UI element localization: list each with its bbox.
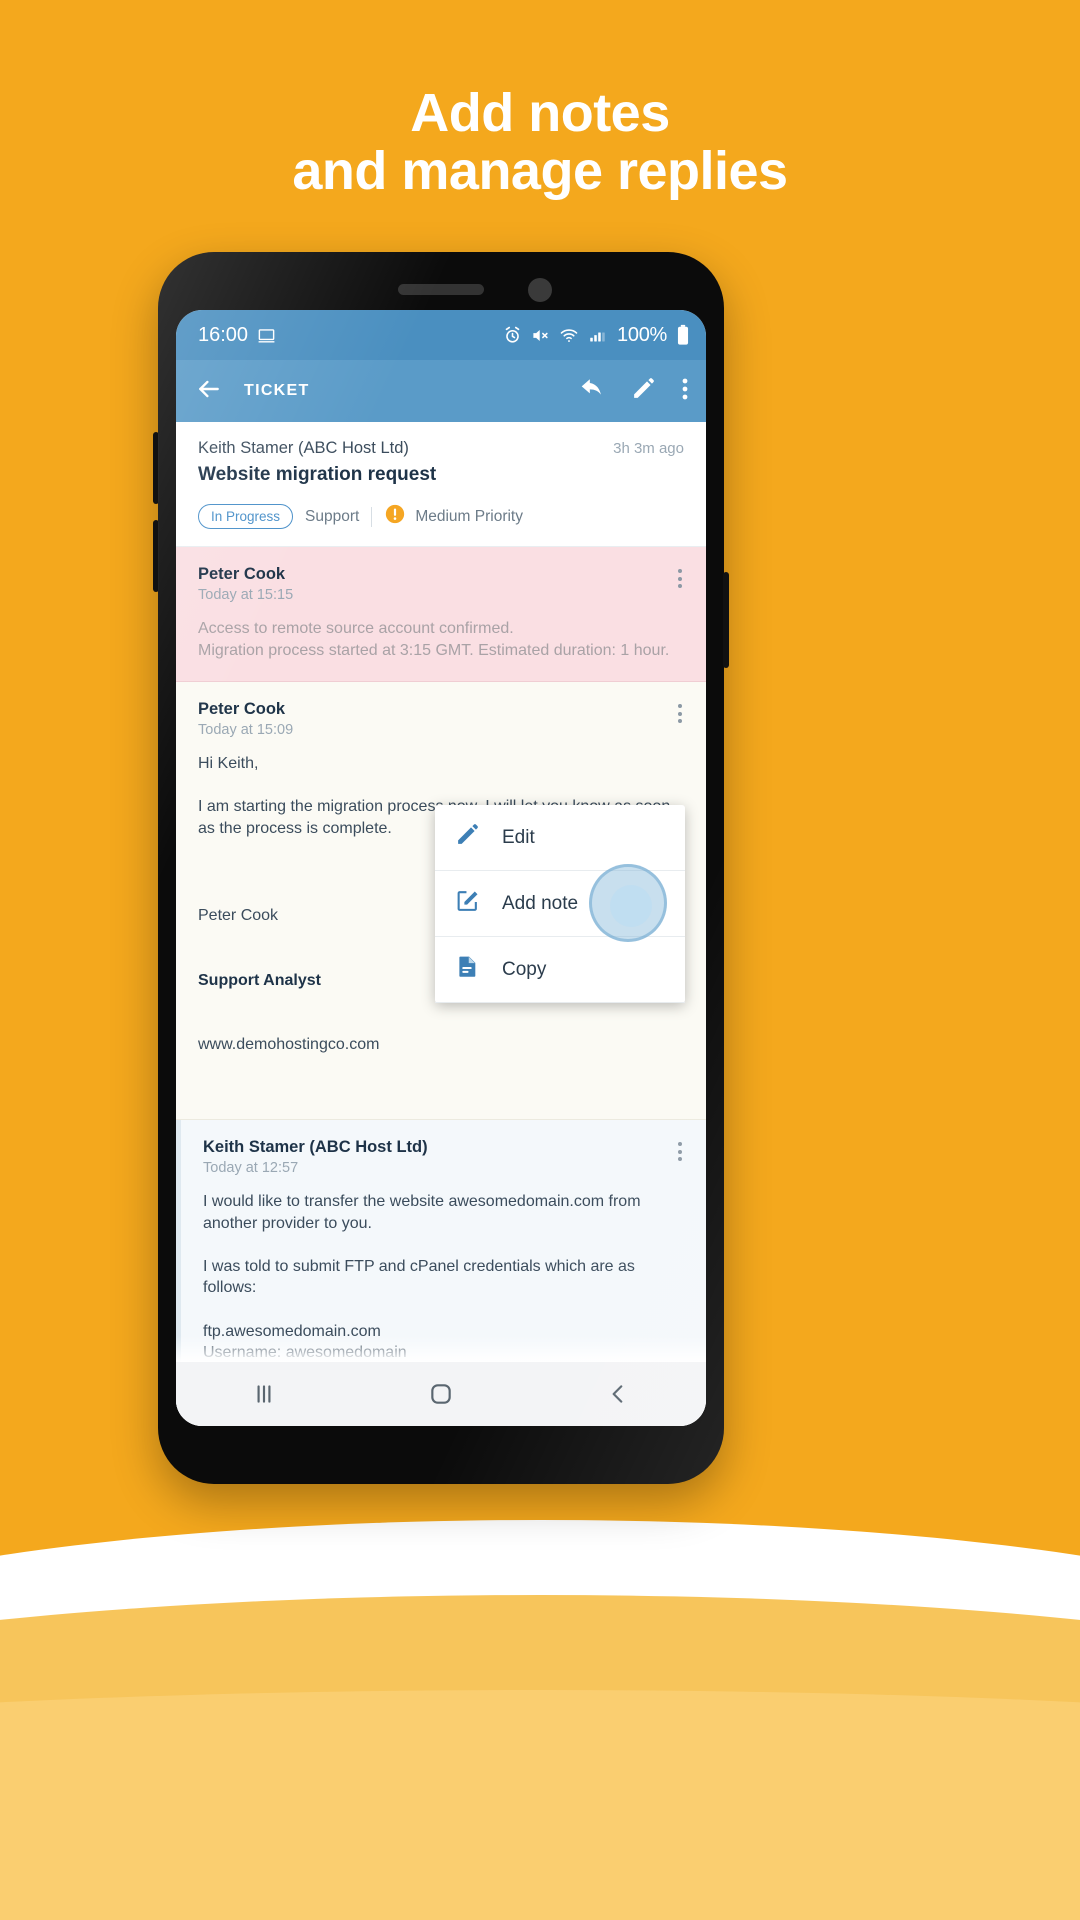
android-nav-bar — [176, 1362, 706, 1426]
context-menu[interactable]: Edit Add note Copy — [435, 805, 685, 1003]
volume-down-button[interactable] — [153, 520, 159, 592]
message-overflow-icon[interactable] — [674, 565, 686, 592]
document-icon — [455, 954, 480, 985]
message-item-note[interactable]: Peter Cook Today at 15:15 Access to remo… — [176, 547, 706, 683]
message-timestamp: Today at 15:15 — [198, 587, 294, 603]
message-author: Peter Cook — [198, 565, 286, 583]
meta-divider — [371, 506, 373, 527]
mute-icon — [531, 326, 550, 345]
reply-icon[interactable] — [579, 376, 605, 407]
front-camera — [528, 278, 552, 302]
signature-url[interactable]: www.demohostingco.com — [198, 1034, 684, 1056]
desktop-icon — [257, 326, 276, 345]
app-bar-title: TICKET — [244, 382, 310, 399]
home-icon[interactable] — [428, 1381, 454, 1407]
phone-mockup: 16:00 100% TICKET Keith Stamer (ABC Host… — [153, 252, 729, 1484]
volume-up-button[interactable] — [153, 432, 159, 504]
battery-icon — [676, 324, 690, 346]
phone-screen: 16:00 100% TICKET Keith Stamer (ABC Host… — [176, 310, 706, 1426]
signal-icon — [588, 326, 606, 345]
overflow-menu-icon[interactable] — [682, 377, 688, 406]
pencil-icon — [455, 822, 480, 853]
app-bar: TICKET — [176, 360, 706, 422]
alarm-icon — [503, 326, 522, 345]
ticket-priority-label: Medium Priority — [415, 507, 523, 525]
background-wave-amber-light — [0, 1690, 1080, 1920]
message-overflow-icon[interactable] — [674, 700, 686, 727]
wifi-icon — [559, 326, 579, 345]
promo-headline-line2: and manage replies — [292, 141, 788, 202]
earpiece-speaker — [398, 284, 484, 295]
context-menu-label: Add note — [502, 892, 579, 914]
promo-headline-line1: Add notes — [410, 83, 670, 143]
ticket-department: Support — [305, 507, 360, 525]
ticket-priority: Medium Priority — [384, 503, 523, 530]
back-icon[interactable] — [605, 1381, 631, 1407]
message-body: Access to remote source account confirme… — [198, 620, 670, 659]
ticket-subject: Website migration request — [198, 464, 437, 485]
priority-warning-icon — [384, 503, 406, 530]
status-bar: 16:00 100% — [176, 310, 706, 360]
message-author: Keith Stamer (ABC Host Ltd) — [203, 1138, 428, 1157]
battery-percentage: 100% — [617, 323, 667, 346]
power-button[interactable] — [723, 572, 729, 668]
message-timestamp: Today at 12:57 — [203, 1160, 299, 1177]
ticket-age: 3h 3m ago — [613, 440, 684, 457]
status-badge[interactable]: In Progress — [198, 504, 294, 529]
status-bar-time: 16:00 — [198, 323, 249, 346]
ticket-header: Keith Stamer (ABC Host Ltd) 3h 3m ago We… — [176, 422, 706, 547]
recents-icon[interactable] — [251, 1381, 277, 1407]
context-menu-item-add-note[interactable]: Add note — [435, 871, 685, 937]
context-menu-item-edit[interactable]: Edit — [435, 805, 685, 871]
promo-headline: Add notes and manage replies — [0, 84, 1080, 201]
context-menu-item-copy[interactable]: Copy — [435, 937, 685, 1003]
back-arrow-icon[interactable] — [196, 376, 222, 407]
message-overflow-icon[interactable] — [674, 1138, 686, 1165]
edit-icon[interactable] — [631, 376, 656, 406]
message-author: Peter Cook — [198, 700, 286, 719]
note-edit-icon — [455, 888, 480, 919]
context-menu-label: Edit — [502, 826, 535, 848]
message-timestamp: Today at 15:09 — [198, 722, 294, 739]
context-menu-label: Copy — [502, 958, 547, 980]
ticket-requester: Keith Stamer (ABC Host Ltd) — [198, 439, 409, 457]
